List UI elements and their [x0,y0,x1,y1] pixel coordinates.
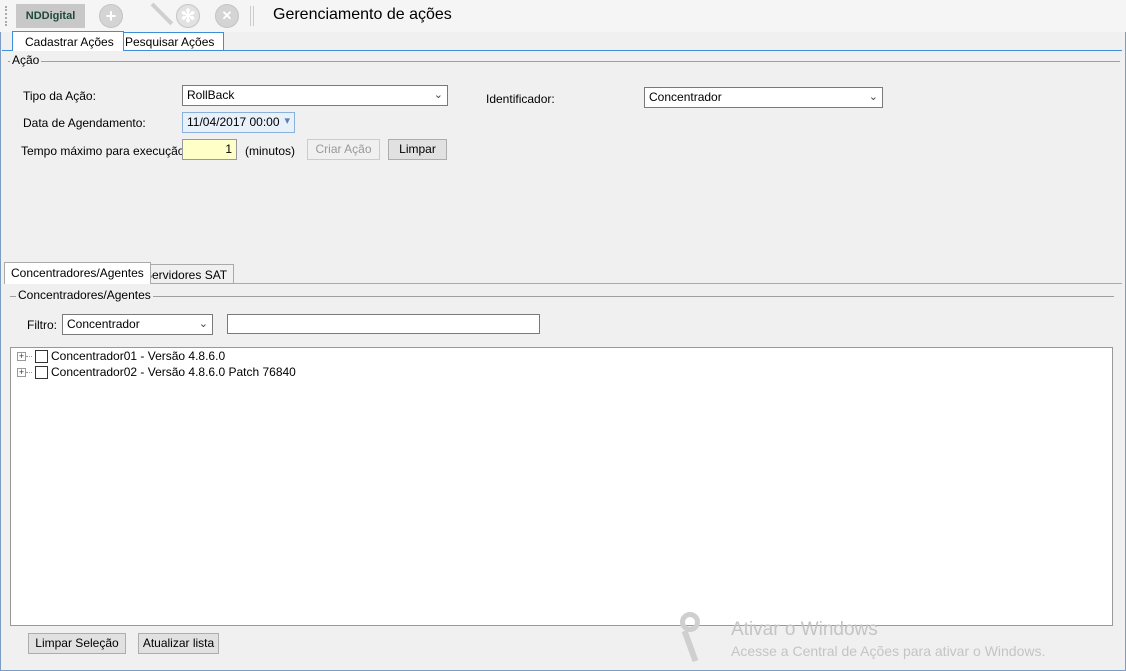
tempo-input[interactable]: 1 [182,139,237,160]
limpar-button[interactable]: Limpar [388,139,447,160]
toolbar-separator [250,6,254,26]
close-icon[interactable]: ✕ [215,4,239,28]
checkbox[interactable] [35,365,48,379]
tempo-unit: (minutos) [245,144,296,158]
tab-concentradores-agentes[interactable]: Concentradores/Agentes [4,262,151,284]
filtro-search-input[interactable] [227,314,540,334]
criar-acao-button[interactable]: Criar Ação [307,139,380,160]
tipo-value: RollBack [187,88,235,102]
add-icon[interactable]: + [99,4,123,28]
tab-cadastrar-acoes[interactable]: Cadastrar Ações [12,31,124,51]
tab-servidores-sat[interactable]: Servidores SAT [137,264,235,284]
filtro-label: Filtro: [27,318,57,332]
watermark-title: Ativar o Windows [731,619,878,640]
expand-icon[interactable]: + [17,367,26,377]
gear-icon[interactable]: ✻ [176,4,200,28]
filtro-value: Concentrador [67,317,140,331]
tree-item-label: Concentrador02 - Versão 4.8.6.0 Patch 76… [51,365,296,379]
page-title: Gerenciamento de ações [273,6,452,23]
tab-pesquisar-acoes[interactable]: Pesquisar Ações [115,32,225,50]
chevron-down-icon: ⌄ [868,91,878,103]
conc-legend: Concentradores/Agentes [16,288,153,302]
logo: NDDigital [16,4,85,28]
tree-item-label: Concentrador01 - Versão 4.8.6.0 [51,349,226,363]
dropdown-arrow-icon: ▾ [284,115,290,127]
tab-divider [2,50,1122,51]
tree-item[interactable]: + Concentrador01 - Versão 4.8.6.0 [17,348,225,364]
tree-item[interactable]: + Concentrador02 - Versão 4.8.6.0 Patch … [17,364,296,380]
watermark-subtitle: Acesse a Central de Ações para ativar o … [731,643,1046,659]
chevron-down-icon: ⌄ [198,318,208,330]
identificador-value: Concentrador [649,90,722,104]
identificador-label: Identificador: [486,92,555,106]
filtro-select[interactable]: Concentrador ⌄ [62,314,213,335]
key-icon [680,612,700,632]
atualizar-lista-button[interactable]: Atualizar lista [138,633,219,654]
checkbox[interactable] [35,349,48,363]
limpar-selecao-button[interactable]: Limpar Seleção [28,633,126,654]
data-value: 11/04/2017 00:00 [187,115,280,129]
subtab-divider [4,283,1122,284]
acao-group-line [8,61,1120,62]
toolbar [0,0,1126,32]
data-picker[interactable]: 11/04/2017 00:00 ▾ [182,112,295,133]
expand-icon[interactable]: + [17,351,26,361]
concentradores-tree[interactable]: + Concentrador01 - Versão 4.8.6.0 + Conc… [10,347,1113,626]
tipo-select[interactable]: RollBack ⌄ [182,85,448,106]
acao-legend: Ação [10,53,42,67]
chevron-down-icon: ⌄ [433,89,443,101]
identificador-select[interactable]: Concentrador ⌄ [644,87,883,108]
tipo-label: Tipo da Ação: [23,89,96,103]
tempo-label: Tempo máximo para execução: [21,144,188,158]
data-label: Data de Agendamento: [23,116,146,130]
toolbar-grip[interactable] [5,6,7,26]
conc-group-line [10,296,1114,297]
